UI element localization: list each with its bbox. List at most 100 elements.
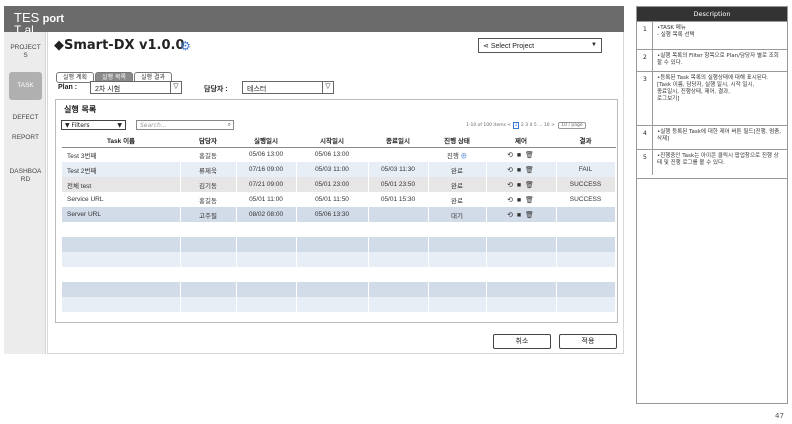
control-icons[interactable]: ⟲ ■ 🗑 [507,197,535,204]
pager-next[interactable]: > [551,123,555,128]
col-task-name[interactable]: Task 이름 [62,133,180,148]
pager-page[interactable]: 4 [530,123,533,128]
empty-cell [236,237,297,252]
empty-cell [486,237,557,252]
cell-result: SUCCESS [556,192,616,207]
col-run-time[interactable]: 실행일시 [236,133,296,148]
apply-button[interactable]: 적용 [559,334,617,349]
col-status[interactable]: 진행 상태 [428,133,486,148]
sidebar-item-label: TASK [17,82,34,89]
filter-icon: ▼ [65,122,70,129]
cell-start-time: 05/03 11:00 [296,162,369,177]
sidebar-item-dashboard[interactable]: DASHBOARD [9,168,42,184]
owner-label: 담당자 : [204,86,228,93]
owner-select[interactable]: 테스터 ▽ [242,81,334,94]
sidebar-item-defect[interactable]: DEFECT [9,114,42,122]
col-end-time[interactable]: 종료일시 [368,133,428,148]
cell-control: ⟲ ■ 🗑 [486,192,557,207]
empty-cell [62,222,181,237]
pager-page[interactable]: 3 [525,123,528,128]
empty-cell [180,297,237,312]
page-title: ◆Smart-DX v1.0.0 [54,38,185,53]
chevron-down-icon: ▽ [322,81,333,94]
description-number: 5 [643,154,647,161]
cell-run-time: 08/02 08:00 [236,207,297,222]
empty-table-row [62,267,616,282]
cell-task-name: Server URL [62,207,181,222]
description-title: Description [637,7,787,21]
table-row[interactable]: Service URL 홍길동 05/01 11:00 05/01 11:50 05/0… [62,192,616,207]
control-icons[interactable]: ⟲ ■ 🗑 [507,212,535,219]
pager-page[interactable]: 5 [534,123,537,128]
col-owner[interactable]: 담당자 [180,133,236,148]
pager-page[interactable]: 1 [512,122,520,129]
cell-end-time: 05/03 11:30 [368,162,429,177]
description-text: •실행 목록의 Filter 항목으로 Plan/담당자 별로 조회 할 수 있… [657,53,779,66]
empty-cell [486,282,557,297]
run-table: Task 이름 담당자 실행일시 시작일시 종료일시 진행 상태 제어 결과 T… [62,133,616,312]
empty-cell [428,237,487,252]
sidebar-item-label: PROJECTS [10,44,41,59]
table-header: Task 이름 담당자 실행일시 시작일시 종료일시 진행 상태 제어 결과 [62,133,615,148]
control-icons[interactable]: ⟲ ■ 🗑 [507,182,535,189]
filters-dropdown[interactable]: ▼ Filters ▼ [61,120,126,130]
cancel-button[interactable]: 취소 [493,334,551,349]
cell-result: FAIL [556,162,616,177]
empty-cell [556,237,616,252]
sidebar-item-label: DASHBOARD [9,168,42,183]
control-icons[interactable]: ⟲ ■ 🗑 [507,167,535,174]
table-row[interactable]: 전체 test 김기동 07/21 09:00 05/01 23:00 05/01 23… [62,177,616,192]
empty-cell [180,237,237,252]
per-page-select[interactable]: 10 / page [558,122,586,129]
empty-cell [62,237,181,252]
pager-prev[interactable]: < [507,123,511,128]
view-log-icon[interactable]: ⊕ [459,153,468,160]
cell-owner: 김기동 [180,177,237,192]
empty-cell [296,282,369,297]
cell-owner: 고주필 [180,207,237,222]
description-number: 4 [643,130,647,137]
owner-select-value: 테스터 [247,86,267,93]
cell-end-time: 05/01 23:50 [368,177,429,192]
search-placeholder: Search... [140,122,167,129]
table-row[interactable]: Test 2번째 류제욱 07/16 09:00 05/03 11:00 05/03 1… [62,162,616,177]
empty-cell [556,282,616,297]
cell-run-time: 07/21 09:00 [236,177,297,192]
table-row[interactable]: Test 3번째 홍길동 05/06 13:00 05/06 13:00 진행 ⊕ ⟲ ■… [62,147,616,162]
sidebar-item-projects[interactable]: PROJECTS [9,44,42,60]
empty-cell [486,267,557,282]
empty-cell [180,282,237,297]
panel-title: 실행 목록 [64,105,97,114]
empty-cell [428,282,487,297]
description-number: 2 [643,54,647,61]
cell-end-time [368,207,429,222]
empty-cell [296,252,369,267]
tab-run-plan[interactable]: 실행 계획 [56,72,94,83]
cell-result: SUCCESS [556,177,616,192]
sidebar-item-task[interactable]: TASK [9,72,42,100]
sidebar-item-report[interactable]: REPORT [9,134,42,142]
chevron-down-icon: ▼ [591,42,597,48]
col-start-time[interactable]: 시작일시 [296,133,368,148]
cell-task-name: Test 3번째 [62,147,181,162]
project-select[interactable]: ⋖ Select Project ▼ [478,38,602,53]
gear-icon[interactable]: ⚙ [180,39,191,53]
empty-cell [62,267,181,282]
plan-select[interactable]: 2차 시험 ▽ [90,81,182,94]
filters-label: Filters [71,122,90,129]
description-text: •등록된 Task 목록의 실행상태에 대해 표시된다. [Task 이름, 담… [657,75,769,102]
empty-cell [556,252,616,267]
sidebar: PROJECTS TASK DEFECT REPORT DASHBOARD [4,32,46,354]
pager-page[interactable]: 10 [544,123,550,128]
empty-cell [236,297,297,312]
cell-start-time: 05/01 23:00 [296,177,369,192]
table-row[interactable]: Server URL 고주필 08/02 08:00 05/06 13:30 대기 ⟲ ■… [62,207,616,222]
empty-cell [556,297,616,312]
col-result[interactable]: 결과 [556,133,615,148]
cell-status: 진행 ⊕ [428,147,487,162]
search-input[interactable]: Search... ⌕ [136,120,234,130]
pager-page[interactable]: 2 [521,123,524,128]
control-icons[interactable]: ⟲ ■ 🗑 [507,152,535,159]
cell-result [556,147,616,162]
empty-cell [296,237,369,252]
